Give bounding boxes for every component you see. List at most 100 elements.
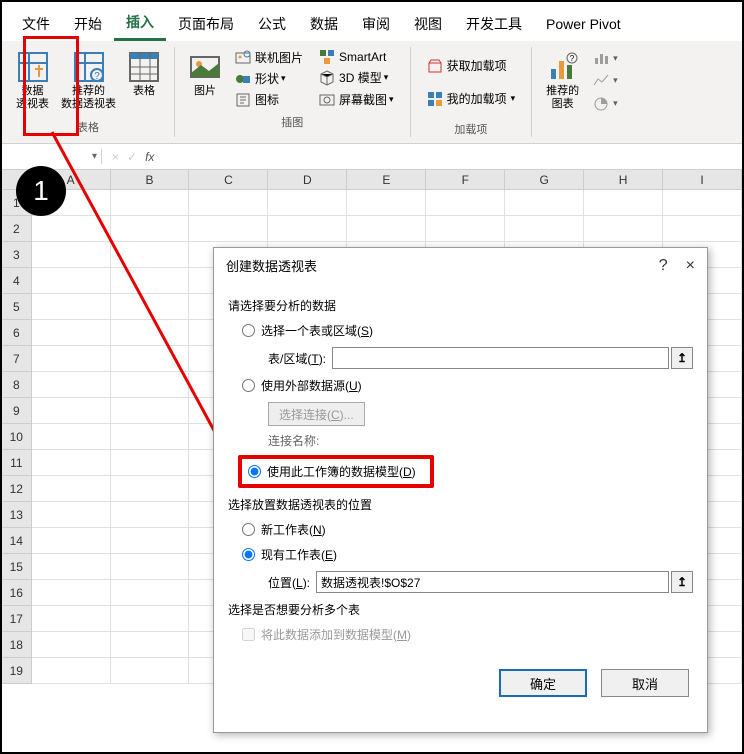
row-header[interactable]: 13 [2,502,32,528]
radio-external-input[interactable] [242,379,255,392]
tab-insert[interactable]: 插入 [114,6,166,41]
smartart-button[interactable]: SmartArt [315,47,398,67]
row-header[interactable]: 10 [2,424,32,450]
row-header[interactable]: 5 [2,294,32,320]
cell[interactable] [111,502,190,528]
cell[interactable] [111,398,190,424]
cell[interactable] [32,606,111,632]
cell[interactable] [32,632,111,658]
col-header[interactable]: H [584,170,663,190]
radio-existing-sheet[interactable]: 现有工作表(E) [242,546,693,563]
tab-file[interactable]: 文件 [10,8,62,40]
ok-button[interactable]: 确定 [499,669,587,697]
cell[interactable] [32,476,111,502]
row-header[interactable]: 15 [2,554,32,580]
get-addins-button[interactable]: 获取加载项 [423,55,520,76]
online-pictures-button[interactable]: 联机图片 [231,47,307,68]
cell[interactable] [32,294,111,320]
chart-type-3[interactable]: ▾ [589,94,622,114]
row-header[interactable]: 6 [2,320,32,346]
name-box-dropdown-icon[interactable]: ▾ [92,151,97,162]
icons-button[interactable]: 图标 [231,89,307,110]
dialog-close-button[interactable]: × [686,257,695,275]
row-header[interactable]: 11 [2,450,32,476]
screenshot-button[interactable]: 屏幕截图▾ [315,89,398,110]
row-header[interactable]: 9 [2,398,32,424]
tab-formulas[interactable]: 公式 [246,8,298,40]
row-header[interactable]: 7 [2,346,32,372]
location-selector-button[interactable]: ↥ [671,571,693,593]
range-selector-button[interactable]: ↥ [671,347,693,369]
tab-power-pivot[interactable]: Power Pivot [534,10,633,38]
row-header[interactable]: 8 [2,372,32,398]
radio-new-sheet-input[interactable] [242,523,255,536]
table-button[interactable]: 表格 [122,47,166,115]
cell[interactable] [111,554,190,580]
tab-home[interactable]: 开始 [62,8,114,40]
cell[interactable] [111,268,190,294]
cell[interactable] [505,190,584,216]
cell[interactable] [32,528,111,554]
cell[interactable] [32,346,111,372]
3d-model-button[interactable]: 3D 模型▾ [315,67,398,88]
cell[interactable] [505,216,584,242]
tab-data[interactable]: 数据 [298,8,350,40]
table-range-input[interactable] [332,347,669,369]
dialog-help-button[interactable]: ? [659,257,668,275]
row-header[interactable]: 2 [2,216,32,242]
tab-view[interactable]: 视图 [402,8,454,40]
pictures-button[interactable]: 图片 [183,47,227,110]
row-header[interactable]: 3 [2,242,32,268]
cell[interactable] [584,216,663,242]
cell[interactable] [32,398,111,424]
cell[interactable] [663,216,742,242]
fx-icon[interactable]: fx [145,150,154,164]
recommended-charts-button[interactable]: ? 推荐的 图表 [540,47,585,115]
cell[interactable] [189,216,268,242]
cell[interactable] [32,424,111,450]
row-header[interactable]: 17 [2,606,32,632]
col-header[interactable]: C [189,170,268,190]
cell[interactable] [111,580,190,606]
cell[interactable] [426,216,505,242]
cell[interactable] [32,242,111,268]
radio-data-model-input[interactable] [248,465,261,478]
cell[interactable] [189,190,268,216]
name-box[interactable]: ▾ [2,149,102,164]
radio-new-sheet[interactable]: 新工作表(N) [242,521,693,538]
cell[interactable] [111,424,190,450]
cell[interactable] [32,372,111,398]
radio-select-range-input[interactable] [242,324,255,337]
row-header[interactable]: 12 [2,476,32,502]
cell[interactable] [32,450,111,476]
chart-type-1[interactable]: ▾ [589,48,622,68]
cell[interactable] [32,580,111,606]
row-header[interactable]: 19 [2,658,32,684]
col-header[interactable]: B [111,170,190,190]
col-header[interactable]: E [347,170,426,190]
radio-select-range[interactable]: 选择一个表或区域(S) [242,322,693,339]
cell[interactable] [426,190,505,216]
cell[interactable] [111,658,190,684]
shapes-button[interactable]: 形状▾ [231,68,307,89]
tab-review[interactable]: 审阅 [350,8,402,40]
cancel-formula-icon[interactable]: × [112,150,119,164]
col-header[interactable]: D [268,170,347,190]
cell[interactable] [32,554,111,580]
cell[interactable] [268,216,347,242]
tab-developer[interactable]: 开发工具 [454,8,534,40]
col-header[interactable]: I [663,170,742,190]
radio-data-model[interactable]: 使用此工作簿的数据模型(D) [248,463,416,480]
cell[interactable] [268,190,347,216]
chart-type-2[interactable]: ▾ [589,71,622,91]
formula-input[interactable] [164,146,742,168]
cell[interactable] [32,216,111,242]
accept-formula-icon[interactable]: ✓ [127,150,137,164]
cell[interactable] [111,294,190,320]
cancel-button[interactable]: 取消 [601,669,689,697]
cell[interactable] [111,528,190,554]
row-header[interactable]: 14 [2,528,32,554]
cell[interactable] [111,320,190,346]
col-header[interactable]: G [505,170,584,190]
my-addins-button[interactable]: 我的加载项▾ [423,88,520,109]
